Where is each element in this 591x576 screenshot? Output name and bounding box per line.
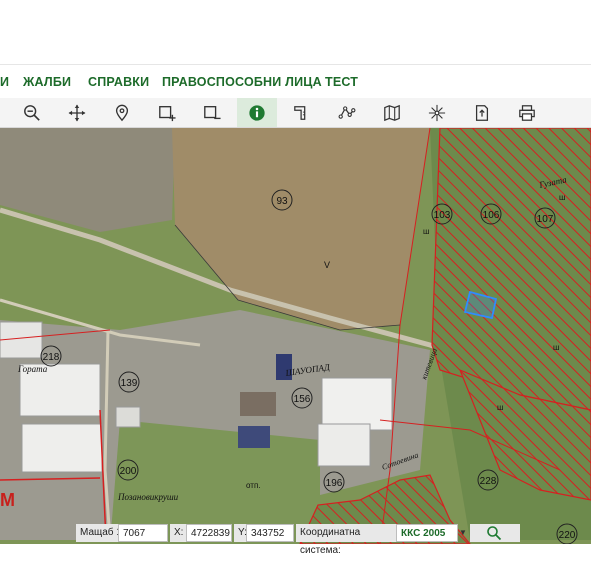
svg-text:200: 200: [120, 466, 137, 477]
zoom-box-out-button[interactable]: [192, 98, 232, 127]
y-coordinate-value: 343752: [246, 524, 294, 542]
map-canvas[interactable]: 93 103 106 107 218 139 156 200 196 228 2…: [0, 128, 591, 544]
info-button[interactable]: [237, 98, 277, 127]
x-coordinate-value: 4722839: [186, 524, 232, 542]
menu-item-test[interactable]: ТЕСТ: [325, 75, 358, 89]
svg-text:139: 139: [121, 378, 138, 389]
zoom-box-in-button[interactable]: [147, 98, 187, 127]
building-warehouse-1: [0, 321, 43, 359]
measure-area-icon: [338, 105, 356, 119]
building-blue-roof: [238, 426, 270, 448]
svg-text:106: 106: [483, 210, 500, 221]
measure-area-button[interactable]: [327, 98, 367, 127]
main-menu: И ЖАЛБИ СПРАВКИ ПРАВОСПОСОБНИ ЛИЦА ТЕСТ: [0, 64, 591, 100]
building-warehouse-5: [317, 423, 371, 467]
map-icon: [384, 104, 400, 121]
map-label: V: [324, 260, 330, 270]
svg-text:107: 107: [537, 214, 554, 225]
print-icon: [519, 104, 535, 121]
building-small: [115, 406, 141, 428]
map-toolbar: [0, 98, 591, 128]
menu-item-partial[interactable]: И: [0, 75, 9, 89]
location-pin-icon: [115, 104, 129, 121]
map-label: Позановикруши: [117, 492, 179, 502]
coordinates-button[interactable]: [417, 98, 457, 127]
print-button[interactable]: [507, 98, 547, 127]
pan-button[interactable]: [57, 98, 97, 127]
building-brown: [240, 392, 276, 416]
menu-item-references[interactable]: СПРАВКИ: [88, 75, 149, 89]
building-warehouse-4: [321, 377, 393, 431]
map-label: ш: [559, 193, 565, 202]
pan-icon: [68, 104, 86, 121]
svg-text:196: 196: [326, 478, 343, 489]
map-label: М: [0, 490, 15, 510]
menu-item-complaints[interactable]: ЖАЛБИ: [23, 75, 71, 89]
map-label: Гората: [17, 364, 48, 374]
svg-text:228: 228: [480, 476, 497, 487]
info-icon: [249, 104, 265, 121]
search-coordinates-button[interactable]: [470, 524, 520, 542]
hatched-parcel-east: [431, 128, 591, 411]
export-button[interactable]: [462, 98, 502, 127]
map-layers-button[interactable]: [372, 98, 412, 127]
crs-dropdown-icon[interactable]: ▼: [459, 524, 469, 542]
menu-item-licensed-persons[interactable]: ПРАВОСПОСОБНИ ЛИЦА: [162, 75, 322, 89]
map-view[interactable]: 93 103 106 107 218 139 156 200 196 228 2…: [0, 128, 591, 544]
map-statusbar: Мащаб 1: 7067 X: 4722839 Y: 343752 Коорд…: [0, 522, 591, 556]
map-label: ш: [553, 343, 559, 352]
svg-text:93: 93: [276, 196, 288, 207]
zoom-out-icon: [24, 104, 40, 121]
export-icon: [475, 104, 489, 121]
svg-text:103: 103: [434, 210, 451, 221]
svg-text:218: 218: [43, 352, 60, 363]
map-label: отп.: [246, 481, 261, 490]
location-button[interactable]: [102, 98, 142, 127]
scale-input[interactable]: 7067: [118, 524, 168, 542]
map-label: ш: [497, 403, 503, 412]
map-label: ш: [423, 227, 429, 236]
crs-select[interactable]: ККС 2005: [396, 524, 458, 542]
crs-label: Координатна система:: [296, 524, 404, 556]
building-warehouse-3: [21, 423, 103, 473]
zoom-out-button[interactable]: [12, 98, 52, 127]
coordinates-icon: [428, 104, 446, 121]
measure-distance-button[interactable]: [282, 98, 322, 127]
svg-text:156: 156: [294, 394, 311, 405]
search-icon: [487, 526, 502, 541]
zoom-box-in-icon: [159, 105, 176, 121]
measure-distance-icon: [294, 105, 306, 120]
zoom-box-out-icon: [204, 105, 221, 119]
